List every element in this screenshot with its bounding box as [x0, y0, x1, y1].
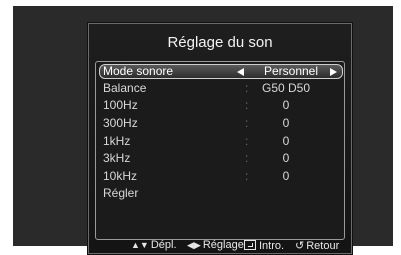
hint-return-label: Retour	[306, 240, 340, 252]
hint-return: ↺ Retour	[295, 239, 339, 252]
hint-move-label: Dépl.	[150, 239, 177, 251]
sound-settings-panel: Réglage du son Mode sonore Personnel Bal…	[88, 23, 352, 254]
hint-enter: Intro.	[244, 239, 284, 252]
menu-item-value: G50 D50	[261, 81, 311, 95]
separator-colon: :	[245, 169, 249, 183]
tv-screen: Réglage du son Mode sonore Personnel Bal…	[13, 6, 393, 254]
menu-item-3khz[interactable]: 3kHz : 0	[99, 151, 341, 166]
separator-colon: :	[245, 134, 249, 148]
menu-item-label: 10kHz	[103, 169, 138, 183]
menu-item-label: 300Hz	[103, 116, 138, 130]
menu-item-label: Mode sonore	[103, 64, 174, 78]
arrow-right-icon[interactable]	[330, 68, 337, 76]
separator-colon: :	[245, 81, 249, 95]
menu-item-label: Balance	[103, 81, 147, 95]
menu-item-balance[interactable]: Balance : G50 D50	[99, 81, 341, 96]
left-right-arrows-icon: ◀▶	[187, 240, 201, 250]
hint-move: ▲▼ Dépl.	[131, 239, 177, 251]
separator-colon: :	[245, 98, 249, 112]
menu-item-value: 0	[282, 116, 290, 130]
menu-item-regler[interactable]: Régler	[99, 186, 341, 201]
enter-icon	[244, 240, 256, 250]
menu-item-300hz[interactable]: 300Hz : 0	[99, 116, 341, 131]
menu-item-value: Personnel	[263, 64, 319, 78]
hint-adjust: ◀▶ Réglage	[187, 239, 244, 251]
menu-item-10khz[interactable]: 10kHz : 0	[99, 169, 341, 184]
panel-title: Réglage du son	[167, 34, 273, 51]
arrow-left-icon[interactable]	[237, 68, 244, 76]
menu-item-value: 0	[282, 151, 290, 165]
menu-item-label: 1kHz	[103, 134, 131, 148]
menu-item-mode-sonore[interactable]: Mode sonore Personnel	[99, 64, 343, 79]
hint-adjust-label: Réglage	[202, 239, 244, 251]
menu-item-value: 0	[282, 98, 290, 112]
menu-item-label: 100Hz	[103, 98, 138, 112]
up-down-arrows-icon: ▲▼	[131, 240, 149, 250]
menu-item-value: 0	[282, 134, 290, 148]
separator-colon: :	[245, 151, 249, 165]
menu-item-label: Régler	[103, 186, 139, 200]
menu-item-label: 3kHz	[103, 151, 131, 165]
menu-item-100hz[interactable]: 100Hz : 0	[99, 98, 341, 113]
hint-enter-label: Intro.	[259, 240, 285, 252]
menu-item-1khz[interactable]: 1kHz : 0	[99, 134, 341, 149]
menu-item-value: 0	[282, 169, 290, 183]
separator-colon: :	[245, 116, 249, 130]
settings-list: Mode sonore Personnel Balance : G50 D50 …	[95, 61, 345, 240]
footer-hints: ▲▼ Dépl. ◀▶ Réglage Intro. ↺ Retour	[89, 239, 351, 253]
return-icon: ↺	[295, 240, 305, 252]
